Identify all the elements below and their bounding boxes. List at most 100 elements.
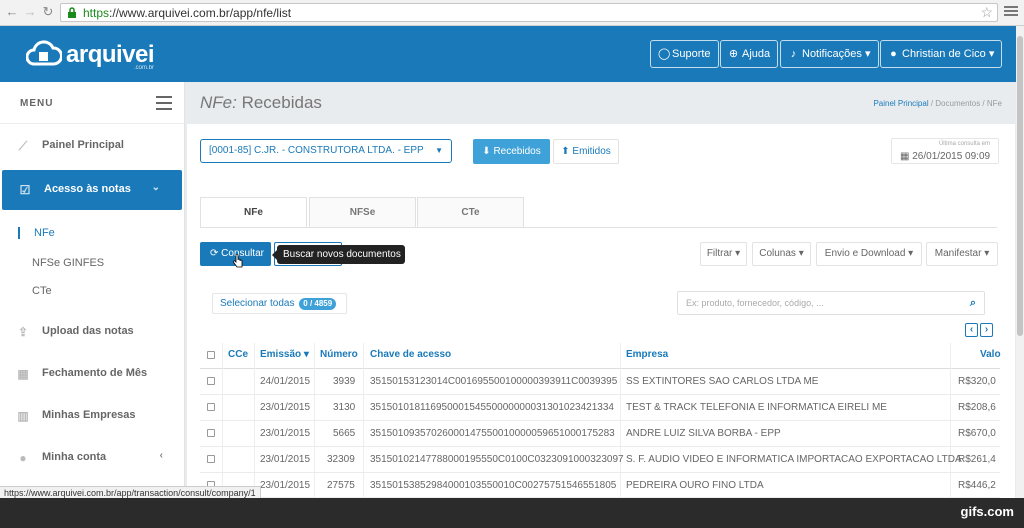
table-row[interactable]: 23/01/2015 3130 351501018116950001545500… [200, 395, 1000, 421]
breadcrumb-documentos[interactable]: Documentos [935, 99, 980, 108]
browser-toolbar: ← → ↻ https://www.arquivei.com.br/app/nf… [0, 0, 1024, 26]
sidebar-item-minha-conta[interactable]: ● Minha conta ‹ [0, 438, 185, 478]
menu-title: MENU [20, 98, 54, 109]
scrollbar-thumb[interactable] [1017, 36, 1023, 336]
sidebar-item-upload[interactable]: ⇪ Upload das notas [0, 312, 185, 352]
chevron-left-icon: ‹ [159, 450, 163, 461]
cell-chave: 3515010181169500015455000000003130102342… [370, 402, 614, 413]
search-input[interactable]: Ex: produto, fornecedor, código, ... ⌕ [677, 291, 985, 315]
cell-valor: R$208,6 [958, 402, 996, 413]
user-menu-button[interactable]: ● Christian de Cico ▾ [880, 40, 1003, 68]
col-empresa[interactable]: Empresa [626, 349, 668, 360]
colunas-button[interactable]: Colunas ▾ [752, 242, 811, 266]
cell-numero: 3939 [333, 376, 356, 387]
cell-emissao: 23/01/2015 [260, 402, 311, 413]
menu-header: MENU [0, 82, 184, 124]
search-icon[interactable]: ⌕ [970, 292, 976, 314]
lock-icon [68, 7, 76, 18]
tab-nfse[interactable]: NFSe [309, 197, 416, 227]
refresh-icon: ⟳ [210, 248, 219, 259]
cell-empresa: ANDRE LUIZ SILVA BORBA - EPP [626, 428, 781, 439]
breadcrumb: Painel Principal / Documentos / NFe [873, 99, 1002, 108]
sidebar-subitem-nfse-ginfes[interactable]: NFSe GINFES [18, 257, 104, 269]
company-select[interactable]: [0001-85] C.JR. - CONSTRUTORA LTDA. - EP… [200, 139, 452, 163]
bookmark-star-icon[interactable]: ☆ [980, 4, 993, 21]
tabs-divider [200, 227, 997, 228]
user-icon: ● [19, 451, 27, 465]
page-title: NFe: Recebidas [200, 93, 322, 112]
table-row[interactable]: 23/01/2015 27575 35150153852984000103550… [200, 473, 1000, 498]
reload-icon[interactable]: ↻ [40, 4, 56, 20]
col-chave[interactable]: Chave de acesso [370, 349, 451, 360]
sidebar-subitem-cte[interactable]: CTe [18, 285, 52, 297]
sidebar: MENU ⟋ Painel Principal ☑ Acesso às nota… [0, 82, 185, 498]
cell-emissao: 23/01/2015 [260, 428, 311, 439]
row-checkbox[interactable] [207, 403, 215, 411]
cell-emissao: 24/01/2015 [260, 376, 311, 387]
last-consult-box: Última consulta em ▦ 26/01/2015 09:09 [891, 138, 999, 164]
breadcrumb-painel[interactable]: Painel Principal [873, 99, 928, 108]
forward-icon[interactable]: → [22, 4, 38, 20]
cell-chave: 35150153852984000103550010C0027575154655… [370, 480, 617, 491]
watermark: gifs.com [960, 504, 1014, 519]
upload-icon: ⬆ [561, 146, 570, 157]
notificacoes-button[interactable]: ♪ Notificações ▾ [780, 40, 879, 68]
address-bar[interactable]: https://www.arquivei.com.br/app/nfe/list… [60, 3, 998, 22]
col-valor[interactable]: Valo [980, 349, 1001, 360]
cell-valor: R$261,4 [958, 454, 996, 465]
suporte-button[interactable]: ◯ Suporte [650, 40, 719, 68]
table-row[interactable]: 24/01/2015 3939 35150153123014C001695500… [200, 369, 1000, 395]
manifestar-button[interactable]: Manifestar ▾ [926, 242, 998, 266]
bell-icon: ♪ [790, 48, 797, 60]
cell-numero: 27575 [327, 480, 355, 491]
browser-menu-icon[interactable] [1004, 4, 1018, 20]
tooltip: Buscar novos documentos [272, 245, 405, 264]
cell-chave: 35150153123014C001695500100000393911C003… [370, 376, 618, 387]
download-icon: ⬇ [482, 146, 491, 157]
row-checkbox[interactable] [207, 377, 215, 385]
calendar-icon: ▦ [900, 151, 910, 162]
row-checkbox[interactable] [207, 455, 215, 463]
select-all-checkbox[interactable] [207, 351, 215, 359]
col-numero[interactable]: Número [320, 349, 358, 360]
hand-cursor-icon [233, 254, 243, 268]
cell-valor: R$446,2 [958, 480, 996, 491]
ajuda-button[interactable]: ⊕ Ajuda [720, 40, 779, 68]
row-checkbox[interactable] [207, 429, 215, 437]
cell-empresa: SS EXTINTORES SAO CARLOS LTDA ME [626, 376, 819, 387]
select-all-button[interactable]: Selecionar todas 0 / 4859 [212, 293, 347, 314]
cell-numero: 3130 [333, 402, 356, 413]
cell-empresa: S. F. AUDIO VIDEO E INFORMATICA IMPORTAC… [626, 454, 962, 465]
emitidos-button[interactable]: ⬆ Emitidos [553, 139, 619, 164]
upload-icon: ⇪ [17, 325, 29, 339]
prev-page-button[interactable]: ‹ [965, 323, 978, 337]
tab-nfe[interactable]: NFe [200, 197, 307, 228]
sidebar-subitem-nfe[interactable]: NFe [18, 227, 55, 239]
page-scrollbar[interactable] [1016, 26, 1024, 498]
last-consult-label: Última consulta em [938, 141, 990, 147]
filtrar-button[interactable]: Filtrar ▾ [700, 242, 747, 266]
back-icon[interactable]: ← [4, 4, 20, 20]
table-row[interactable]: 23/01/2015 5665 351501093570260001475500… [200, 421, 1000, 447]
logo-subtext: .com.br [134, 65, 155, 71]
col-cce[interactable]: CCe [228, 349, 248, 360]
sidebar-item-painel-principal[interactable]: ⟋ Painel Principal [0, 126, 185, 166]
envio-download-button[interactable]: Envio e Download ▾ [816, 242, 922, 266]
col-emissao[interactable]: Emissão ▾ [260, 349, 309, 360]
cell-empresa: PEDREIRA OURO FINO LTDA [626, 480, 764, 491]
last-consult-value: ▦ 26/01/2015 09:09 [900, 151, 991, 162]
sidebar-item-acesso-notas[interactable]: ☑ Acesso às notas ⌄ [2, 170, 182, 210]
tab-cte[interactable]: CTe [417, 197, 524, 227]
hamburger-icon[interactable] [156, 96, 172, 114]
chart-icon: ⟋ [18, 139, 28, 153]
recebidos-button[interactable]: ⬇ Recebidos [473, 139, 550, 164]
cell-numero: 5665 [333, 428, 356, 439]
table-row[interactable]: 23/01/2015 32309 35150102147788000195550… [200, 447, 1000, 473]
sidebar-item-fechamento[interactable]: ▦ Fechamento de Mês [0, 354, 185, 394]
building-icon: ▥ [17, 409, 29, 423]
next-page-button[interactable]: › [980, 323, 993, 337]
selection-count-badge: 0 / 4859 [299, 298, 337, 310]
sidebar-item-empresas[interactable]: ▥ Minhas Empresas [0, 396, 185, 436]
cloud-logo-icon [26, 40, 62, 66]
bottom-overlay: gifs.com [0, 498, 1024, 528]
